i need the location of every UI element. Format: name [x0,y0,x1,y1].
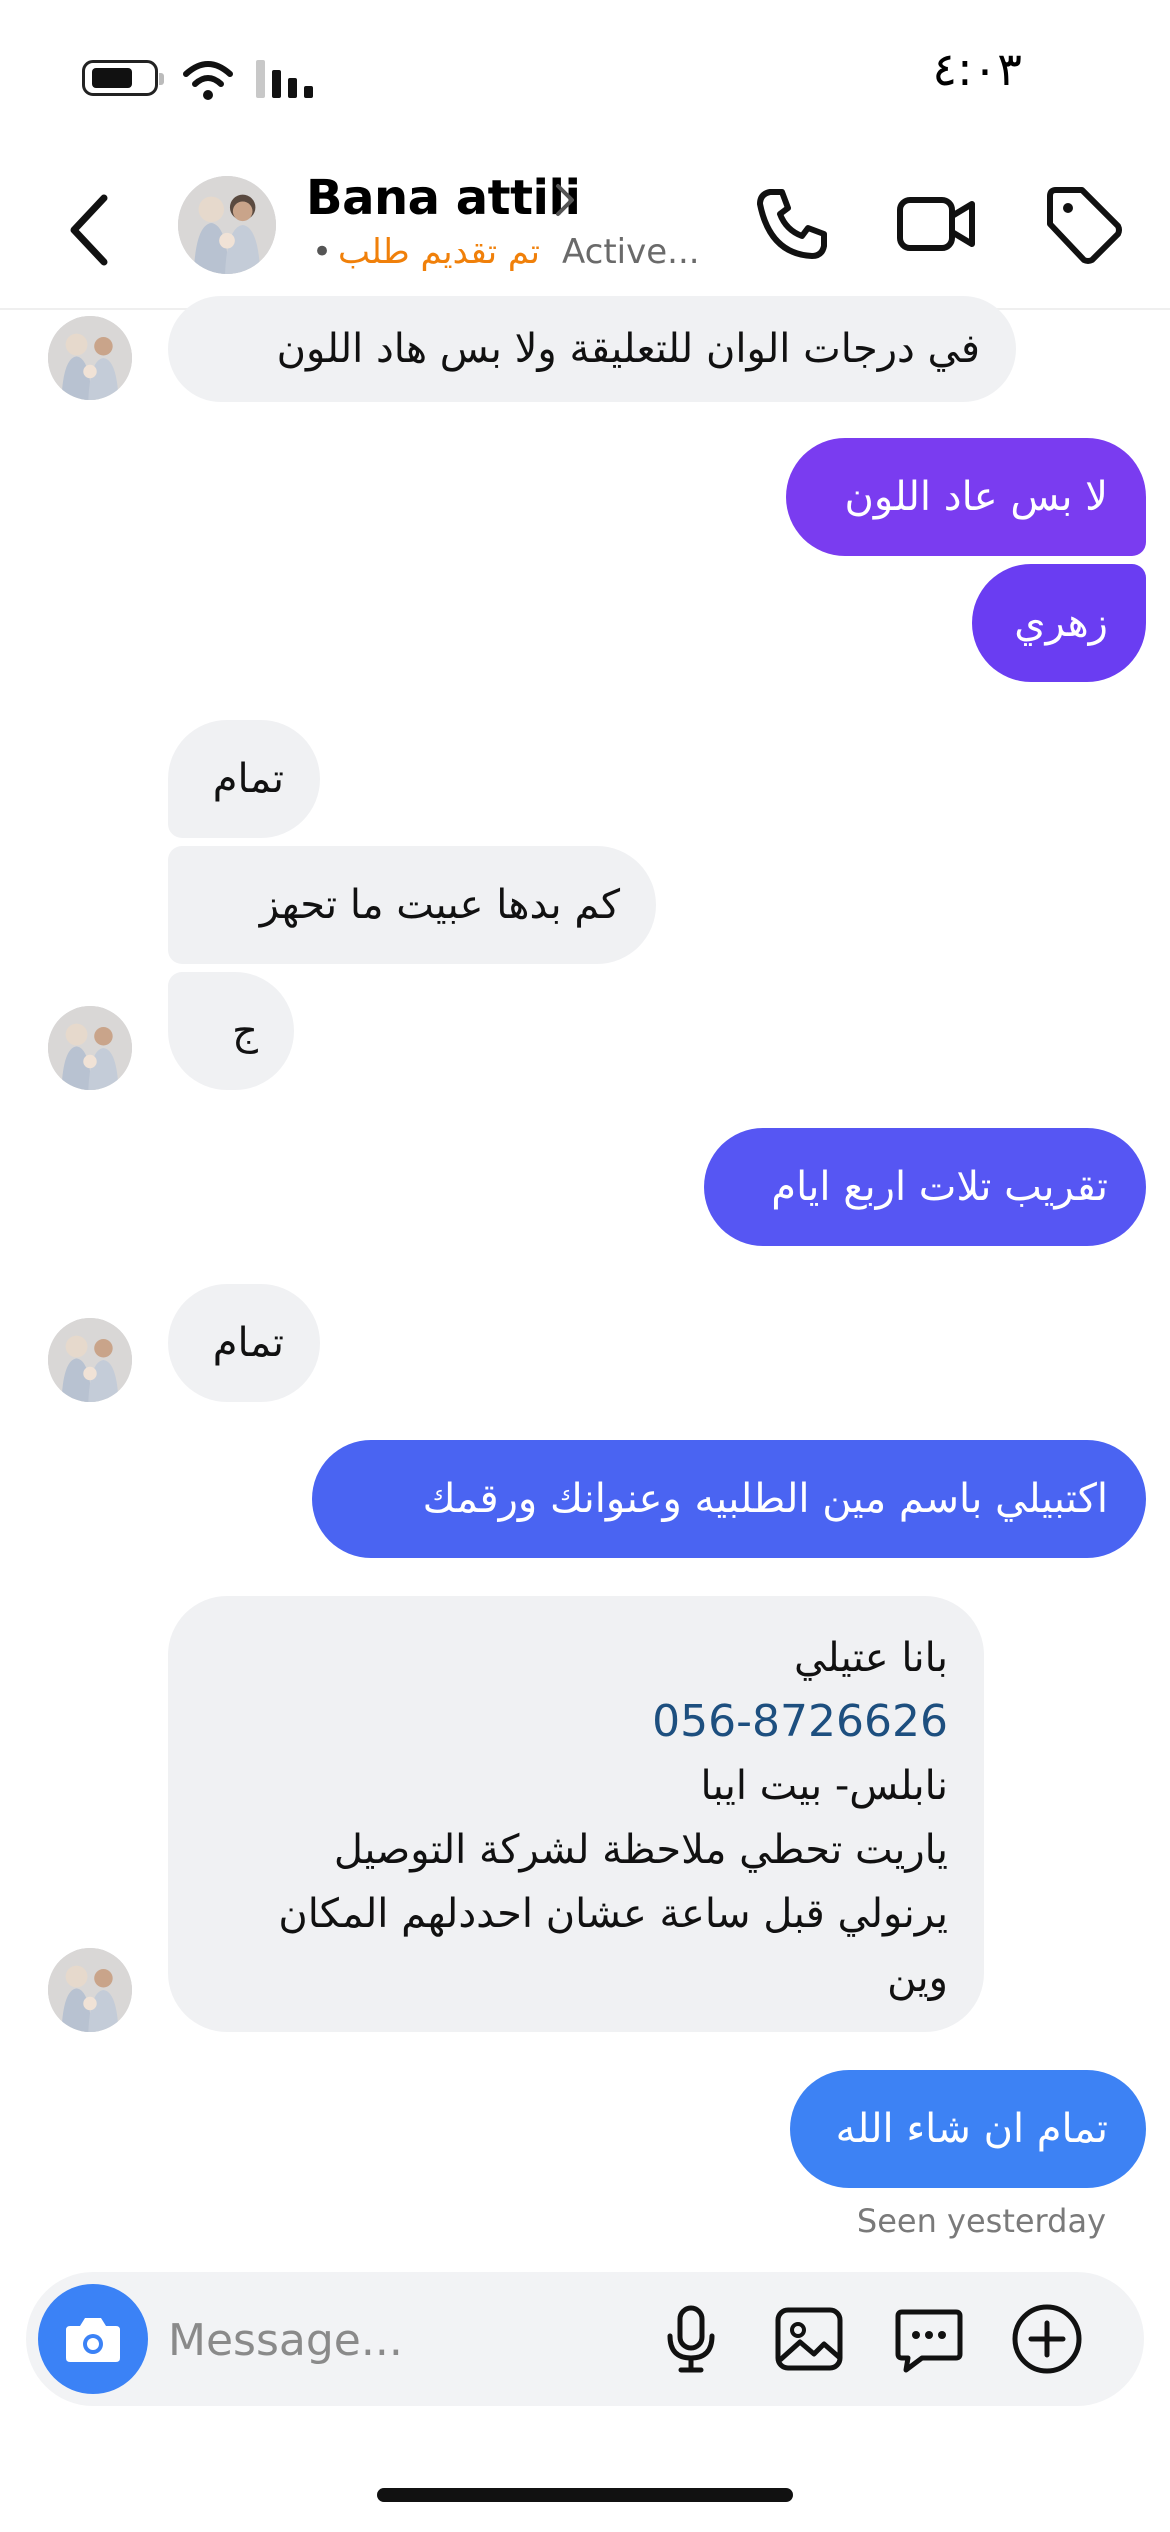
contact-avatar[interactable] [178,176,276,274]
outgoing-message[interactable]: تقريب تلات اربع ايام [704,1128,1146,1246]
message-text: ج [232,1008,258,1054]
active-status: Active... [562,232,700,272]
sender-avatar[interactable] [48,1948,132,2032]
message-text: لا بس عاد اللون [844,474,1108,520]
home-indicator[interactable] [377,2488,793,2502]
message-text: اكتبيلي باسم مين الطلبيه وعنوانك ورقمك [422,1476,1108,1522]
outgoing-message[interactable]: تمام ان شاء الله [790,2070,1146,2188]
outgoing-message[interactable]: زهري [972,564,1146,682]
message-text: كم بدها عبيت ما تحهز [259,882,620,928]
contact-subtitle: • تم تقديم طلب Active... [308,232,708,276]
plus-icon[interactable] [1006,2298,1088,2380]
phone-icon[interactable] [750,182,834,266]
message-text: في درجات الوان للتعليقة ولا بس هاد اللون [276,326,980,372]
message-line: ياريت تحطي ملاحظة لشركة التوصيل [333,1827,948,1873]
camera-icon [66,2318,120,2362]
camera-button[interactable] [38,2284,148,2394]
incoming-message[interactable]: تمام [168,1284,320,1402]
incoming-message[interactable]: ج [168,972,294,1090]
message-line: يرنولي قبل ساعة عشان احددلهم المكان [278,1891,948,1937]
order-status-tag: تم تقديم طلب [338,232,541,272]
status-bar: ٤:٠٣ [0,0,1170,150]
message-list[interactable]: في درجات الوان للتعليقة ولا بس هاد اللون… [0,296,1170,2270]
incoming-message[interactable]: تمام [168,720,320,838]
video-icon[interactable] [894,182,978,266]
message-text: تمام [212,1320,284,1366]
message-text: زهري [1014,600,1108,646]
message-line: بانا عتيلي [794,1635,948,1681]
incoming-message[interactable]: كم بدها عبيت ما تحهز [168,846,656,964]
message-text: تقريب تلات اربع ايام [771,1164,1108,1210]
image-icon[interactable] [768,2298,850,2380]
sticker-icon[interactable] [888,2298,970,2380]
message-composer [26,2272,1144,2406]
outgoing-message[interactable]: لا بس عاد اللون [786,438,1146,556]
tag-icon[interactable] [1040,182,1124,266]
wifi-icon [183,61,233,100]
sender-avatar[interactable] [48,1006,132,1090]
sender-avatar[interactable] [48,1318,132,1402]
message-text: تمام [212,756,284,802]
message-line: نابلس- بيت ايبا [700,1763,948,1809]
back-chevron-icon[interactable] [60,190,120,270]
sender-avatar[interactable] [48,316,132,400]
chevron-right-icon[interactable] [552,180,578,220]
subtitle-dot: • [312,232,333,272]
status-time: ٤:٠٣ [932,42,1022,96]
outgoing-message[interactable]: اكتبيلي باسم مين الطلبيه وعنوانك ورقمك [312,1440,1146,1558]
incoming-message[interactable]: بانا عتيلي 056-8726626 نابلس- بيت ايبا ي… [168,1596,984,2032]
contact-name[interactable]: Bana attili [306,170,581,226]
message-line: وين [887,1955,948,2001]
signal-icon [256,60,313,98]
message-text: تمام ان شاء الله [835,2106,1108,2152]
seen-receipt: Seen yesterday [856,2202,1106,2240]
phone-number-link[interactable]: 056-8726626 [204,1690,948,1754]
chat-header: Bana attili • تم تقديم طلب Active... [0,150,1170,310]
message-input[interactable] [166,2302,650,2378]
incoming-message[interactable]: في درجات الوان للتعليقة ولا بس هاد اللون [168,296,1016,402]
battery-icon [82,60,164,96]
microphone-icon[interactable] [650,2298,732,2380]
